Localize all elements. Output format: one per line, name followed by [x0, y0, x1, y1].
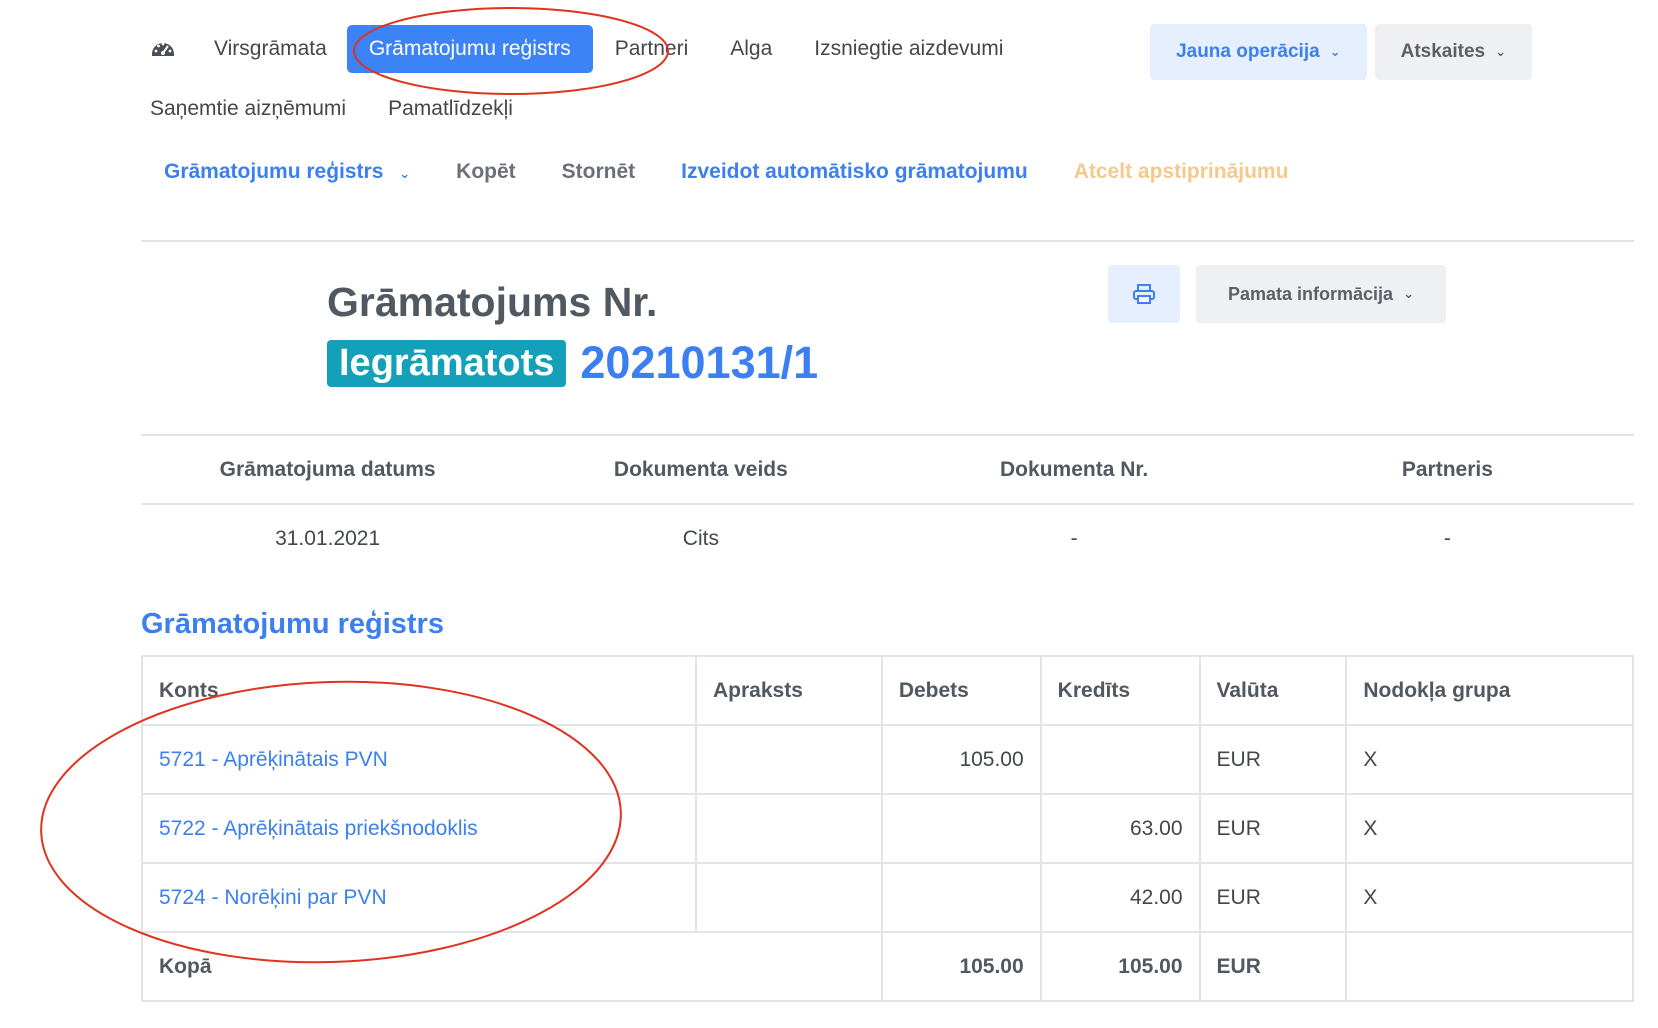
entry-number: 20210131/1 [580, 337, 819, 388]
credit-cell: 42.00 [1039, 862, 1201, 933]
col-debit: Debets [880, 655, 1042, 726]
auto-entry-link[interactable]: Izveidot automātisko grāmatojumu [681, 160, 1028, 184]
entry-register-dropdown-label: Grāmatojumu reģistrs [164, 160, 384, 183]
info-header-partner: Partneris [1401, 458, 1493, 481]
chevron-down-icon: ⌄ [1329, 44, 1341, 59]
tax-group-cell: X [1345, 793, 1634, 864]
description-cell [695, 793, 883, 864]
total-debit: 105.00 [880, 931, 1042, 1002]
nav-item-fixed-assets[interactable]: Pamatlīdzekļi [388, 97, 513, 121]
total-label: Kopā [141, 931, 883, 1002]
col-currency: Valūta [1198, 655, 1348, 726]
nav-item-issued-loans[interactable]: Izsniegtie aizdevumi [814, 37, 1003, 61]
main-nav: Virsgrāmata Grāmatojumu reģistrs Partner… [150, 18, 1150, 138]
nav-item-received-loans[interactable]: Saņemtie aizņēmumi [150, 97, 346, 121]
credit-cell: 63.00 [1039, 793, 1201, 864]
account-link[interactable]: 5724 - Norēķini par PVN [141, 862, 697, 933]
total-currency: EUR [1198, 931, 1348, 1002]
dashboard-icon[interactable] [150, 36, 176, 62]
info-header-row: Grāmatojuma datums Dokumenta veids Dokum… [141, 437, 1634, 505]
total-row: Kopā 105.00 105.00 EUR [141, 931, 1634, 1002]
tax-group-cell: X [1345, 862, 1634, 933]
basic-info-button[interactable]: Pamata informācija ⌄ [1196, 265, 1446, 323]
info-header-doc-type: Dokumenta veids [613, 458, 788, 481]
currency-cell: EUR [1198, 724, 1348, 795]
description-cell [695, 724, 883, 795]
entry-register-dropdown[interactable]: Grāmatojumu reģistrs ⌄ [164, 160, 410, 184]
table-row: 5722 - Aprēķinātais priekšnodoklis 63.00… [141, 793, 1634, 864]
register-table: Konts Apraksts Debets Kredīts Valūta Nod… [141, 655, 1634, 1002]
info-header-doc-number: Dokumenta Nr. [1000, 458, 1149, 481]
account-link[interactable]: 5721 - Aprēķinātais PVN [141, 724, 697, 795]
print-icon [1133, 284, 1155, 304]
print-button[interactable] [1108, 265, 1180, 323]
table-row: 5721 - Aprēķinātais PVN 105.00 EUR X [141, 724, 1634, 795]
debit-cell [880, 862, 1042, 933]
top-actions: Jauna operācija ⌄ Atskaites ⌄ [1150, 24, 1532, 80]
credit-cell [1039, 724, 1201, 795]
chevron-down-icon: ⌄ [399, 166, 411, 181]
info-value-doc-number: - [1070, 527, 1078, 550]
debit-cell: 105.00 [880, 724, 1042, 795]
debit-cell [880, 793, 1042, 864]
info-value-date: 31.01.2021 [275, 527, 381, 550]
main-nav-row-1: Virsgrāmata Grāmatojumu reģistrs Partner… [150, 18, 1150, 80]
col-account: Konts [141, 655, 697, 726]
nav-item-entry-register[interactable]: Grāmatojumu reģistrs [346, 25, 593, 73]
entry-info-table: Grāmatojuma datums Dokumenta veids Dokum… [141, 437, 1634, 573]
currency-cell: EUR [1198, 793, 1348, 864]
info-value-partner: - [1443, 527, 1451, 550]
divider [141, 434, 1634, 436]
total-credit: 105.00 [1039, 931, 1201, 1002]
register-heading: Grāmatojumu reģistrs [141, 608, 444, 640]
nav-item-partners[interactable]: Partneri [615, 37, 689, 61]
table-header-row: Konts Apraksts Debets Kredīts Valūta Nod… [141, 655, 1634, 726]
chevron-down-icon: ⌄ [1495, 44, 1506, 59]
new-operation-button[interactable]: Jauna operācija ⌄ [1150, 24, 1367, 80]
col-credit: Kredīts [1039, 655, 1201, 726]
table-row: 5724 - Norēķini par PVN 42.00 EUR X [141, 862, 1634, 933]
status-badge: Iegrāmatots [327, 339, 567, 387]
sub-nav: Grāmatojumu reģistrs ⌄ Kopēt Stornēt Izv… [164, 160, 1334, 184]
info-value-doc-type: Cits [682, 527, 719, 550]
entry-header: Iegrāmatots 20210131/1 [327, 337, 818, 389]
col-tax-group: Nodokļa grupa [1345, 655, 1634, 726]
total-tax-group [1345, 931, 1634, 1002]
divider [141, 240, 1634, 242]
currency-cell: EUR [1198, 862, 1348, 933]
reports-button[interactable]: Atskaites ⌄ [1374, 24, 1532, 80]
nav-item-salary[interactable]: Alga [730, 37, 772, 61]
chevron-down-icon: ⌄ [1403, 286, 1414, 301]
info-header-date: Grāmatojuma datums [219, 458, 436, 481]
description-cell [695, 862, 883, 933]
reverse-link[interactable]: Stornēt [562, 160, 636, 184]
basic-info-label: Pamata informācija [1228, 283, 1394, 304]
info-value-row: 31.01.2021 Cits - - [141, 505, 1634, 573]
page-title: Grāmatojums Nr. [327, 279, 658, 325]
account-link[interactable]: 5722 - Aprēķinātais priekšnodoklis [141, 793, 697, 864]
nav-item-ledger[interactable]: Virsgrāmata [214, 37, 327, 61]
cancel-confirmation-link[interactable]: Atcelt apstiprinājumu [1074, 160, 1289, 184]
new-operation-label: Jauna operācija [1176, 41, 1320, 62]
main-nav-row-2: Saņemtie aizņēmumi Pamatlīdzekļi [150, 80, 1150, 138]
tax-group-cell: X [1345, 724, 1634, 795]
reports-label: Atskaites [1400, 41, 1486, 62]
col-description: Apraksts [695, 655, 883, 726]
copy-link[interactable]: Kopēt [456, 160, 516, 184]
